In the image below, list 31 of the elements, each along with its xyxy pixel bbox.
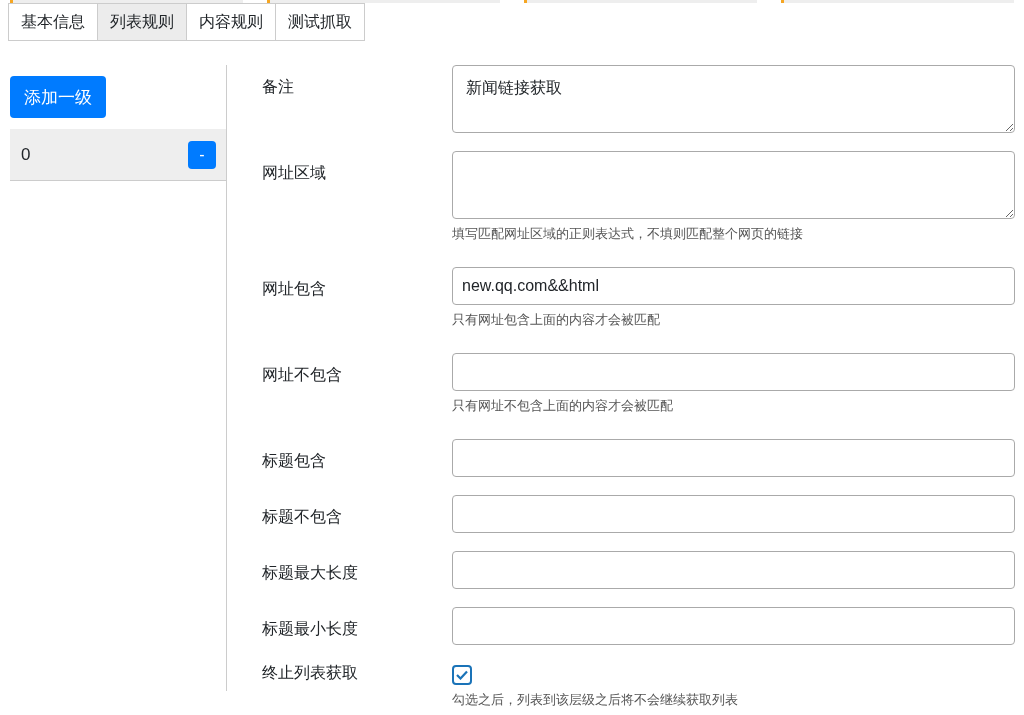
- field-label: 标题最大长度: [262, 563, 359, 583]
- field-label: 标题不包含: [262, 507, 343, 527]
- tab[interactable]: 测试抓取: [275, 3, 365, 41]
- help-text: 勾选之后，列表到该层级之后将不会继续获取列表: [452, 691, 739, 709]
- field-label: 网址不包含: [262, 365, 343, 385]
- input-field[interactable]: [452, 551, 1015, 589]
- field-label: 终止列表获取: [262, 663, 359, 683]
- tab[interactable]: 内容规则: [186, 3, 276, 41]
- remove-level-button[interactable]: -: [188, 140, 216, 169]
- help-text: 只有网址不包含上面的内容才会被匹配: [452, 397, 674, 415]
- tab[interactable]: 列表规则: [97, 3, 187, 41]
- check-icon: [456, 670, 468, 680]
- text-area[interactable]: 新闻链接获取: [452, 65, 1015, 133]
- field-label: 网址包含: [262, 279, 327, 299]
- field-label: 标题包含: [262, 451, 327, 471]
- input-field[interactable]: [452, 607, 1015, 645]
- level-label: 0: [21, 144, 31, 165]
- field-label: 备注: [262, 77, 295, 97]
- field-label: 网址区域: [262, 163, 327, 183]
- input-field[interactable]: [452, 353, 1015, 391]
- input-field[interactable]: new.qq.com&&html: [452, 267, 1015, 305]
- field-label: 标题最小长度: [262, 619, 359, 639]
- level-item[interactable]: 0 -: [10, 129, 226, 181]
- input-field[interactable]: [452, 495, 1015, 533]
- text-area[interactable]: [452, 151, 1015, 219]
- add-level-button[interactable]: 添加一级: [10, 76, 106, 118]
- help-text: 只有网址包含上面的内容才会被匹配: [452, 311, 661, 329]
- help-text: 填写匹配网址区域的正则表达式，不填则匹配整个网页的链接: [452, 225, 804, 243]
- tab[interactable]: 基本信息: [8, 3, 98, 41]
- input-field[interactable]: [452, 439, 1015, 477]
- checkbox[interactable]: [452, 665, 472, 685]
